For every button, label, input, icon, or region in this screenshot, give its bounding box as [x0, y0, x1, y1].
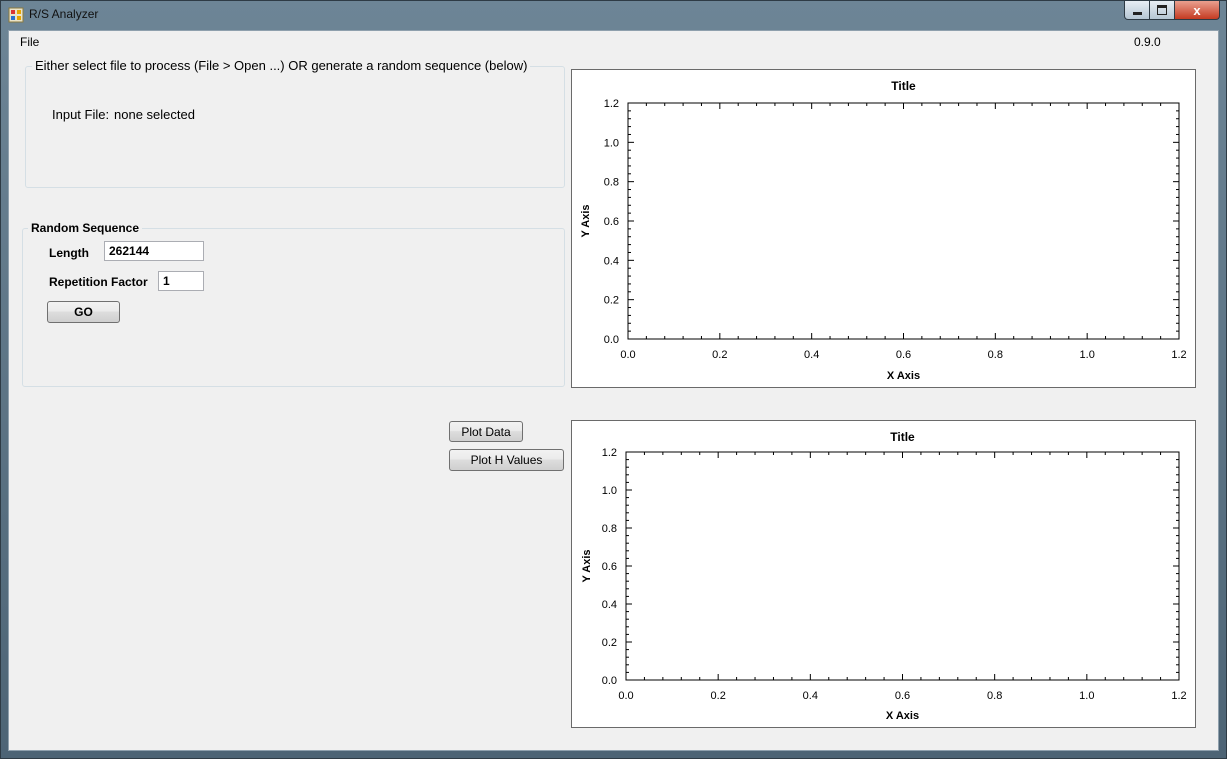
x-tick-label: 1.0	[1080, 349, 1095, 361]
y-tick-label: 0.2	[604, 295, 619, 307]
app-window: R/S Analyzer x File 0.9.0 Either select …	[0, 0, 1227, 759]
y-tick-label: 0.2	[602, 637, 617, 649]
x-tick-label: 1.2	[1171, 349, 1186, 361]
y-axis-label: Y Axis	[580, 204, 592, 237]
window-title: R/S Analyzer	[29, 7, 99, 21]
input-file-label: Input File:	[52, 107, 110, 122]
random-sequence-groupbox: Random Sequence Length Repetition Factor…	[22, 221, 565, 387]
chart-top[interactable]: Title 0.0 0.2 0.4 0.6 0.8 1.0 1.2 0.0 0.2 0.4 0.6 0.…	[571, 69, 1196, 388]
version-label: 0.9.0	[1134, 35, 1161, 49]
close-button[interactable]: x	[1175, 1, 1220, 20]
y-axis-label: Y Axis	[581, 549, 593, 582]
x-axis-label: X Axis	[887, 370, 920, 382]
random-sequence-caption: Random Sequence	[28, 221, 143, 235]
go-button[interactable]: GO	[47, 301, 120, 323]
y-tick-label: 0.8	[604, 177, 619, 189]
x-tick-label: 0.0	[618, 690, 633, 702]
menu-file[interactable]: File	[16, 34, 43, 50]
app-icon	[8, 7, 24, 23]
input-groupbox-caption: Either select file to process (File > Op…	[32, 58, 531, 73]
maximize-button[interactable]	[1150, 1, 1175, 20]
minimize-icon	[1132, 11, 1142, 15]
plot-h-values-button[interactable]: Plot H Values	[449, 449, 564, 471]
y-tick-label: 1.2	[604, 98, 619, 110]
y-tick-label: 1.2	[602, 447, 617, 459]
client-area: File 0.9.0 Either select file to process…	[8, 30, 1219, 751]
x-tick-label: 0.8	[988, 349, 1003, 361]
input-groupbox: Either select file to process (File > Op…	[25, 58, 565, 188]
y-tick-label: 0.6	[604, 216, 619, 228]
y-tick-label: 0.6	[602, 561, 617, 573]
y-tick-label: 0.8	[602, 523, 617, 535]
maximize-icon	[1157, 5, 1167, 15]
chart-title: Title	[890, 430, 915, 444]
x-tick-label: 0.4	[803, 690, 818, 702]
menu-bar: File 0.9.0	[9, 31, 1218, 53]
x-tick-label: 1.0	[1079, 690, 1094, 702]
chart-svg: Title 0.0 0.2 0.4 0.6 0.8 1.0 1.2 0.0 0.2 0.4 0.6 0.…	[581, 430, 1187, 722]
y-tick-label: 1.0	[604, 137, 619, 149]
plot-area	[625, 451, 1180, 681]
length-label: Length	[49, 246, 89, 260]
y-tick-label: 0.0	[604, 334, 619, 346]
chart-title: Title	[891, 79, 916, 93]
close-icon: x	[1193, 2, 1201, 18]
plot-data-button[interactable]: Plot Data	[449, 421, 523, 442]
y-tick-label: 1.0	[602, 485, 617, 497]
repetition-factor-input[interactable]	[158, 271, 204, 291]
chart-bottom[interactable]: Title 0.0 0.2 0.4 0.6 0.8 1.0 1.2 0.0 0.2 0.4 0.6 0.…	[571, 420, 1196, 728]
length-input[interactable]	[104, 241, 204, 261]
chart-svg: Title 0.0 0.2 0.4 0.6 0.8 1.0 1.2 0.0 0.2 0.4 0.6 0.…	[580, 79, 1187, 382]
y-tick-label: 0.4	[602, 599, 617, 611]
x-tick-label: 0.4	[804, 349, 819, 361]
plot-area	[627, 102, 1180, 340]
x-axis-label: X Axis	[886, 710, 919, 722]
input-file-value: none selected	[114, 107, 195, 122]
x-tick-label: 0.0	[620, 349, 635, 361]
x-tick-label: 0.8	[987, 690, 1002, 702]
repetition-factor-label: Repetition Factor	[49, 275, 148, 289]
x-tick-label: 0.2	[712, 349, 727, 361]
y-tick-label: 0.0	[602, 675, 617, 687]
y-tick-label: 0.4	[604, 255, 619, 267]
x-tick-label: 1.2	[1171, 690, 1186, 702]
title-bar[interactable]: R/S Analyzer x	[1, 1, 1226, 29]
x-tick-label: 0.6	[895, 690, 910, 702]
window-controls: x	[1124, 1, 1220, 21]
minimize-button[interactable]	[1124, 1, 1150, 20]
x-tick-label: 0.2	[711, 690, 726, 702]
x-tick-label: 0.6	[896, 349, 911, 361]
